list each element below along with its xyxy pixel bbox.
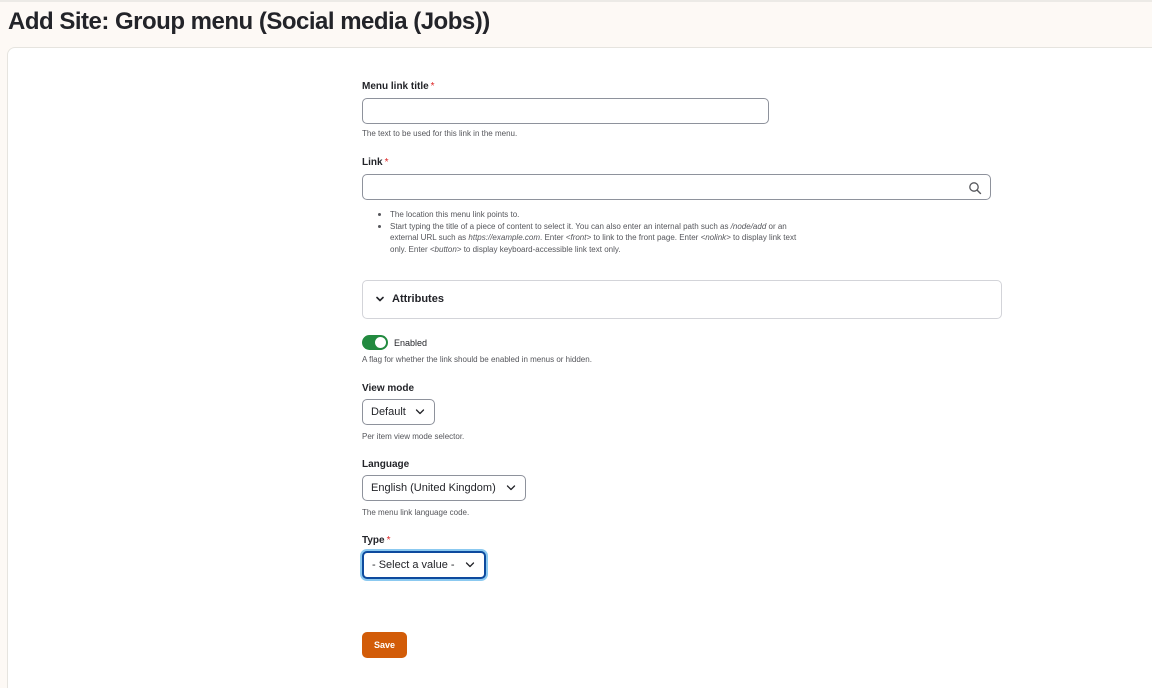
chevron-down-icon [506, 485, 516, 491]
link-help-text: The location this menu link points to. [390, 210, 520, 219]
menu-link-title-input[interactable] [362, 98, 769, 124]
link-help-item: Start typing the title of a piece of con… [375, 221, 805, 256]
link-label-text: Link [362, 157, 383, 168]
link-help-list: The location this menu link points to. St… [375, 209, 805, 255]
enabled-label: Enabled [394, 338, 428, 348]
link-help-text: to display keyboard-accessible link text… [461, 244, 621, 254]
language-select[interactable]: English (United Kingdom) [362, 475, 526, 501]
required-marker: * [430, 81, 435, 92]
search-icon [969, 182, 982, 195]
required-marker: * [386, 535, 391, 546]
language-label: Language [362, 459, 410, 470]
form-panel [7, 47, 1152, 688]
view-mode-select[interactable]: Default [362, 399, 435, 425]
link-help-example: <front> [565, 233, 592, 242]
menu-link-title-description: The text to be used for this link in the… [362, 129, 518, 138]
link-help-text: . Enter [540, 233, 566, 242]
language-description: The menu link language code. [362, 508, 470, 517]
required-marker: * [384, 157, 389, 168]
page-title: Add Site: Group menu (Social media (Jobs… [8, 8, 490, 35]
menu-link-title-label-text: Menu link title [362, 81, 429, 92]
chevron-down-icon [465, 562, 475, 568]
link-help-example: <nolink> [700, 233, 731, 242]
attributes-label: Attributes [392, 293, 444, 305]
link-help-item: The location this menu link points to. [375, 209, 805, 221]
type-selected: - Select a value - [372, 559, 455, 571]
enabled-toggle[interactable] [362, 335, 388, 350]
enabled-description: A flag for whether the link should be en… [362, 355, 592, 364]
link-help-example: https://example.com [468, 233, 540, 242]
attributes-summary[interactable]: Attributes [375, 293, 444, 305]
type-label-text: Type [362, 535, 385, 546]
type-select[interactable]: - Select a value - [360, 549, 488, 581]
chevron-down-icon [415, 409, 425, 415]
link-help-text: Start typing the title of a piece of con… [390, 221, 731, 231]
link-help-text: to link to the front page. Enter [591, 233, 701, 242]
language-selected: English (United Kingdom) [371, 482, 496, 494]
link-help-example: /node/add [730, 221, 767, 231]
toggle-knob [375, 337, 386, 348]
link-help-example: <button> [429, 244, 462, 254]
top-border [0, 0, 1152, 2]
link-label: Link * [362, 157, 388, 168]
menu-link-title-label: Menu link title * [362, 81, 435, 92]
view-mode-label: View mode [362, 383, 415, 394]
type-label: Type * [362, 535, 391, 546]
attributes-details[interactable]: Attributes [362, 280, 1002, 319]
link-input[interactable] [362, 174, 991, 200]
save-button[interactable]: Save [362, 632, 407, 658]
view-mode-description: Per item view mode selector. [362, 432, 465, 441]
view-mode-selected: Default [371, 406, 406, 418]
chevron-down-icon [376, 296, 384, 302]
